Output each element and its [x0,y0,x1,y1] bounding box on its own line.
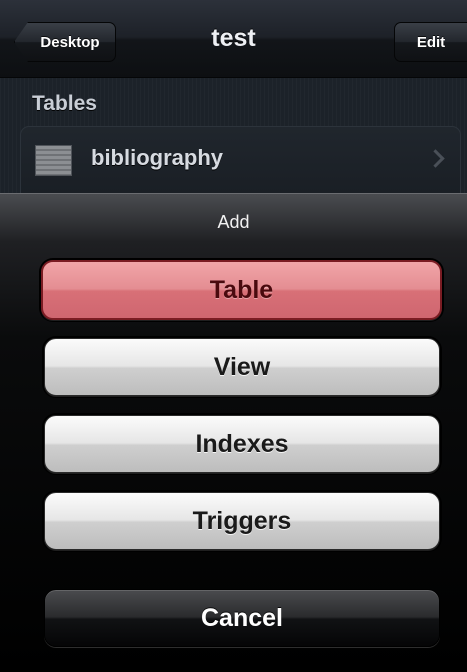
section-header-tables: Tables [32,92,97,115]
app-screen: Desktop test Edit Tables bibliography Ad… [0,0,467,672]
add-indexes-button[interactable]: Indexes [44,415,440,473]
action-sheet-title: Add [217,212,250,232]
list-item[interactable]: bibliography [20,126,461,193]
cancel-button[interactable]: Cancel [44,589,440,647]
list-item-label: bibliography [91,145,223,170]
back-button[interactable]: Desktop [14,22,116,62]
table-icon [35,145,72,176]
table-list: Tables bibliography [0,78,467,193]
page-title: test [211,24,256,52]
add-view-button[interactable]: View [44,338,440,396]
add-triggers-button[interactable]: Triggers [44,492,440,550]
add-table-button[interactable]: Table [41,260,442,320]
action-sheet: Add Table View Indexes Triggers Cancel [0,193,467,672]
chevron-right-icon [426,149,445,168]
navigation-bar: Desktop test Edit [0,0,467,78]
edit-button[interactable]: Edit [394,22,467,62]
